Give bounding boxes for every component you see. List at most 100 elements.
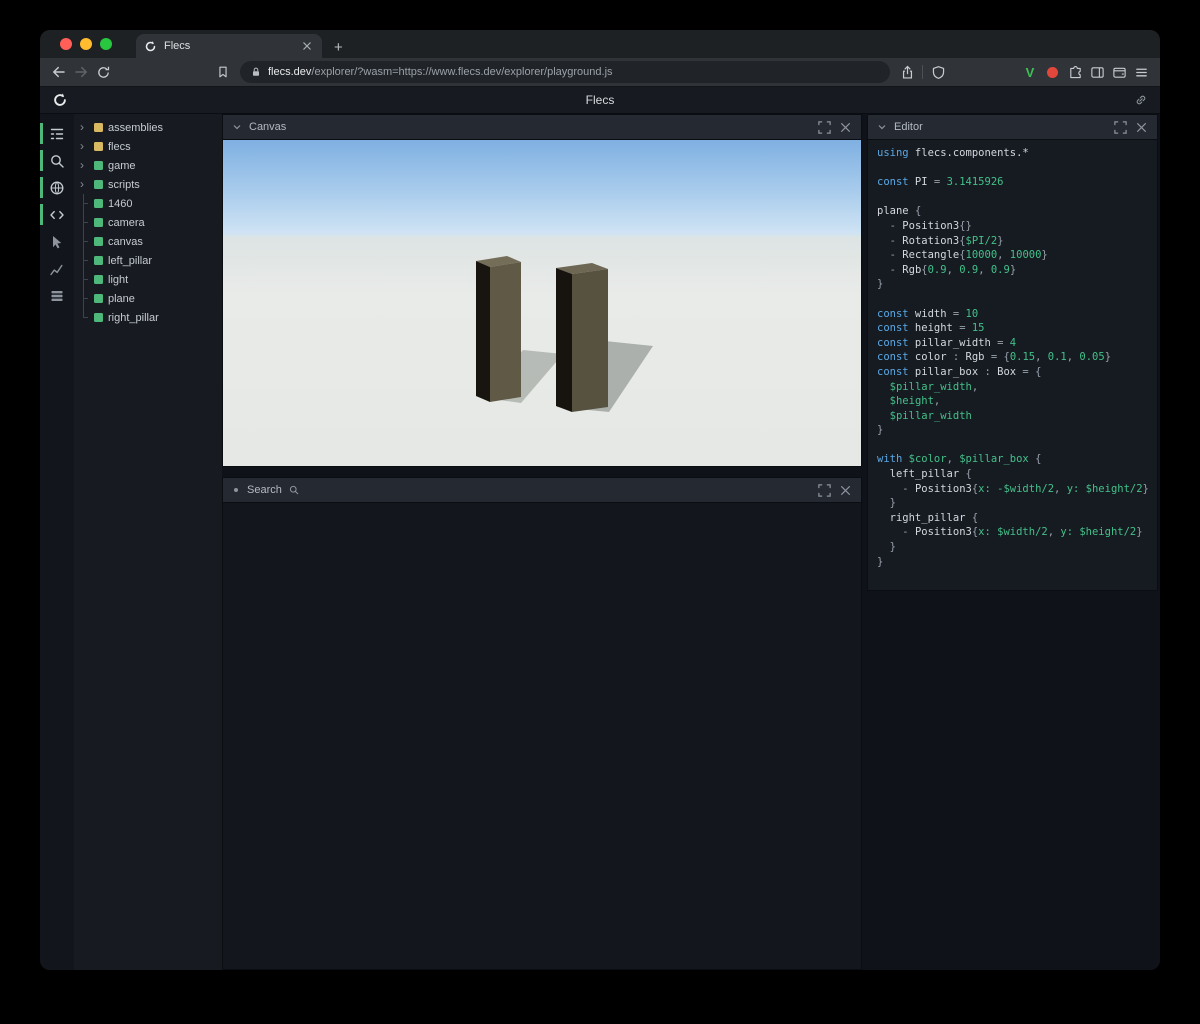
tree-item-label: plane	[108, 292, 135, 305]
tree-item[interactable]: right_pillar	[74, 308, 222, 327]
iconbar	[40, 114, 74, 970]
tree-item[interactable]: plane	[74, 289, 222, 308]
link-icon[interactable]	[1134, 93, 1148, 107]
code-line: plane {	[877, 205, 922, 218]
tree-item-label: scripts	[108, 178, 140, 191]
code-line: - Rgb{0.9, 0.9, 0.9}	[877, 263, 1017, 276]
right-pillar	[556, 263, 608, 412]
tree-item[interactable]: light	[74, 270, 222, 289]
reload-button[interactable]	[92, 61, 114, 83]
code-line: $pillar_width,	[889, 380, 979, 393]
share-icon[interactable]	[896, 61, 918, 83]
tree-item[interactable]: › assemblies	[74, 118, 222, 137]
extensions-puzzle-icon[interactable]	[1064, 61, 1086, 83]
lock-icon	[250, 66, 262, 78]
code-line: using flecs.components.*	[877, 147, 1029, 159]
rows-icon[interactable]	[40, 282, 74, 309]
code-line: with $color, $pillar_box {	[877, 453, 1042, 466]
tree-item[interactable]: 1460	[74, 194, 222, 213]
tree-item-label: light	[108, 273, 129, 286]
flecs-logo-icon[interactable]	[52, 92, 68, 108]
expander-icon[interactable]: ›	[80, 140, 89, 152]
new-tab-button[interactable]: +	[334, 40, 343, 55]
tree-item-label: flecs	[108, 140, 131, 153]
tree-guide	[80, 213, 89, 232]
expander-icon[interactable]: ›	[80, 178, 89, 190]
browser-window: Flecs + flecs.dev/explorer/?wasm=https:/…	[40, 30, 1160, 970]
close-icon[interactable]	[838, 483, 853, 498]
window-close-button[interactable]	[60, 38, 72, 50]
code-line: const pillar_width = 4	[877, 336, 1017, 349]
code-line: left_pillar {	[877, 468, 972, 481]
fullscreen-icon[interactable]	[817, 120, 832, 135]
expander-icon[interactable]: ›	[80, 159, 89, 171]
fullscreen-icon[interactable]	[1113, 120, 1128, 135]
recorder-extension-icon[interactable]	[1047, 66, 1058, 78]
brave-shield-icon[interactable]	[927, 61, 949, 83]
back-button[interactable]	[48, 61, 70, 83]
entity-color-square	[94, 123, 103, 132]
window-zoom-button[interactable]	[100, 38, 112, 50]
code-line: - Position3{x: $width/2, y: $height/2}	[877, 526, 1143, 539]
page-title: Flecs	[585, 93, 615, 107]
tree-item-label: canvas	[108, 235, 143, 248]
canvas-panel-header: Canvas	[223, 115, 861, 140]
code-line: const width = 10	[877, 307, 979, 320]
tree-item[interactable]: camera	[74, 213, 222, 232]
entity-color-square	[94, 142, 103, 151]
code-line: - Rectangle{10000, 10000}	[877, 249, 1048, 262]
tree-item[interactable]: › game	[74, 156, 222, 175]
flecs-explorer-app: Flecs › assemblies › flecs › game › scripts 1460…	[40, 87, 1160, 970]
wallet-icon[interactable]	[1108, 61, 1130, 83]
editor-code[interactable]: using flecs.components.* const PI = 3.14…	[868, 140, 1157, 590]
forward-button[interactable]	[70, 61, 92, 83]
code-line: }	[877, 278, 884, 291]
code-line: right_pillar {	[877, 511, 979, 524]
tree-item[interactable]: › flecs	[74, 137, 222, 156]
tree-guide	[80, 232, 89, 251]
url-path: /explorer/?wasm=https://www.flecs.dev/ex…	[311, 66, 613, 78]
stats-icon[interactable]	[40, 255, 74, 282]
chevron-down-icon[interactable]	[231, 121, 243, 133]
browser-toolbar: flecs.dev/explorer/?wasm=https://www.fle…	[40, 58, 1160, 87]
inspector-icon[interactable]	[40, 228, 74, 255]
address-bar[interactable]: flecs.dev/explorer/?wasm=https://www.fle…	[240, 61, 890, 83]
search-panel-title: Search	[247, 484, 282, 496]
tab-close-icon[interactable]	[300, 39, 314, 53]
close-icon[interactable]	[838, 120, 853, 135]
canvas-3d-viewport[interactable]	[223, 140, 861, 466]
close-icon[interactable]	[1134, 120, 1149, 135]
tree-item[interactable]: canvas	[74, 232, 222, 251]
code-line: }	[877, 555, 884, 568]
tree-item[interactable]: › scripts	[74, 175, 222, 194]
tree-item-label: assemblies	[108, 121, 164, 134]
v-extension-icon[interactable]: V	[1019, 65, 1041, 80]
tree-item-label: game	[108, 159, 136, 172]
bookmark-icon[interactable]	[212, 61, 234, 83]
world-icon[interactable]	[40, 174, 74, 201]
tree-item-label: 1460	[108, 197, 133, 210]
chevron-down-icon[interactable]	[876, 121, 888, 133]
search-results-area	[223, 503, 861, 969]
browser-tab[interactable]: Flecs	[136, 34, 322, 58]
left-pillar	[476, 256, 521, 402]
collapse-dot-icon[interactable]	[234, 488, 238, 492]
code-icon[interactable]	[40, 201, 74, 228]
code-line: }	[877, 541, 896, 554]
window-minimize-button[interactable]	[80, 38, 92, 50]
menu-icon[interactable]	[1130, 61, 1152, 83]
entity-color-square	[94, 180, 103, 189]
tree-guide	[80, 289, 89, 308]
fullscreen-icon[interactable]	[817, 483, 832, 498]
entity-tree-icon[interactable]	[40, 120, 74, 147]
tree-item[interactable]: left_pillar	[74, 251, 222, 270]
editor-panel-header: Editor	[868, 115, 1157, 140]
search-icon[interactable]	[40, 147, 74, 174]
sidebar-icon[interactable]	[1086, 61, 1108, 83]
expander-icon[interactable]: ›	[80, 121, 89, 133]
code-line: const PI = 3.1415926	[877, 176, 1004, 189]
